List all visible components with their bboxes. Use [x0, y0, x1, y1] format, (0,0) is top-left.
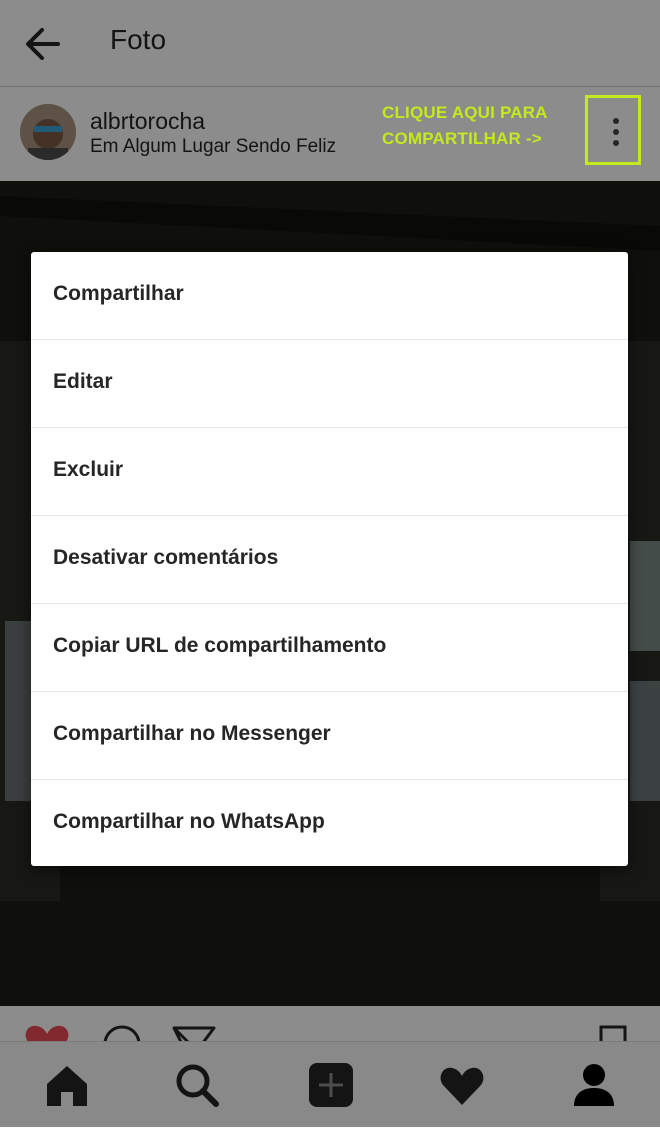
menu-item-edit[interactable]: Editar	[31, 340, 628, 428]
menu-item-disable-comments[interactable]: Desativar comentários	[31, 516, 628, 604]
more-options-button[interactable]	[585, 95, 641, 165]
options-dialog: Compartilhar Editar Excluir Desativar co…	[31, 252, 628, 866]
menu-item-label: Excluir	[53, 458, 124, 481]
menu-item-copy-share-url[interactable]: Copiar URL de compartilhamento	[31, 604, 628, 692]
menu-item-label: Copiar URL de compartilhamento	[53, 634, 387, 657]
share-annotation: CLIQUE AQUI PARA COMPARTILHAR ->	[382, 100, 572, 152]
menu-item-share-messenger[interactable]: Compartilhar no Messenger	[31, 692, 628, 780]
menu-item-share[interactable]: Compartilhar	[31, 252, 628, 340]
menu-item-label: Compartilhar no WhatsApp	[53, 810, 325, 833]
menu-item-share-whatsapp[interactable]: Compartilhar no WhatsApp	[31, 780, 628, 868]
annotation-line-1: CLIQUE AQUI PARA	[382, 103, 548, 122]
menu-item-delete[interactable]: Excluir	[31, 428, 628, 516]
menu-item-label: Compartilhar	[53, 282, 184, 305]
annotation-line-2: COMPARTILHAR ->	[382, 129, 542, 148]
menu-item-label: Compartilhar no Messenger	[53, 722, 331, 745]
menu-item-label: Desativar comentários	[53, 546, 279, 569]
menu-item-label: Editar	[53, 370, 113, 393]
